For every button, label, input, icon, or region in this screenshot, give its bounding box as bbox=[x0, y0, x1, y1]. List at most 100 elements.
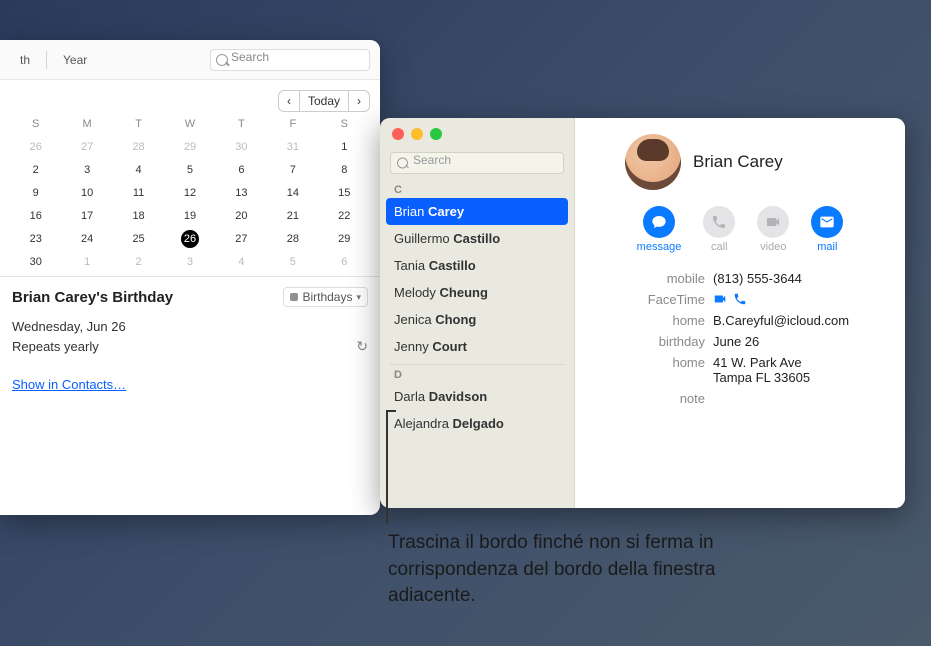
contact-item[interactable]: Darla Davidson bbox=[380, 383, 574, 410]
calendar-day[interactable]: 21 bbox=[267, 207, 318, 225]
calendar-day[interactable]: 19 bbox=[164, 207, 215, 225]
calendar-color-dot bbox=[290, 293, 298, 301]
video-button[interactable]: video bbox=[757, 206, 789, 253]
prev-period-button[interactable]: ‹ bbox=[279, 91, 299, 111]
call-label: call bbox=[711, 241, 728, 253]
calendar-window: th Year Search ‹ Today › SMTWTFS26272829… bbox=[0, 40, 380, 515]
callout-text: Trascina il bordo finché non si ferma in… bbox=[388, 530, 808, 610]
calendar-day[interactable]: 26 bbox=[181, 230, 199, 248]
dow-header: S bbox=[319, 118, 370, 133]
calendar-day[interactable]: 23 bbox=[10, 230, 61, 248]
calendar-day[interactable]: 30 bbox=[216, 138, 267, 156]
contacts-window: Search CBrian CareyGuillermo CastilloTan… bbox=[380, 118, 905, 508]
mail-button[interactable]: mail bbox=[811, 206, 843, 253]
view-year-button[interactable]: Year bbox=[53, 50, 97, 70]
detail-fields: mobile (813) 555-3644 FaceTime home B.Ca… bbox=[595, 271, 885, 406]
calendar-day[interactable]: 26 bbox=[10, 138, 61, 156]
close-window-button[interactable] bbox=[392, 128, 404, 140]
view-th-button[interactable]: th bbox=[10, 50, 40, 70]
calendar-day[interactable]: 5 bbox=[164, 161, 215, 179]
calendar-day[interactable]: 28 bbox=[113, 138, 164, 156]
calendar-day[interactable]: 16 bbox=[10, 207, 61, 225]
mini-calendar: ‹ Today › SMTWTFS26272829303112345678910… bbox=[0, 80, 380, 276]
repeat-icon: ↻ bbox=[356, 338, 368, 355]
phone-icon bbox=[703, 206, 735, 238]
calendar-day[interactable]: 3 bbox=[61, 161, 112, 179]
toolbar-divider bbox=[46, 51, 47, 69]
call-button[interactable]: call bbox=[703, 206, 735, 253]
home-email-value[interactable]: B.Careyful@icloud.com bbox=[713, 313, 885, 328]
calendar-search-input[interactable]: Search bbox=[210, 49, 370, 71]
calendar-day[interactable]: 9 bbox=[10, 184, 61, 202]
calendar-day[interactable]: 15 bbox=[319, 184, 370, 202]
home-addr-label: home bbox=[595, 355, 705, 385]
calendar-day[interactable]: 22 bbox=[319, 207, 370, 225]
field-home-address: home 41 W. Park Ave Tampa FL 33605 bbox=[595, 355, 885, 385]
today-button[interactable]: Today bbox=[300, 91, 348, 111]
calendar-day[interactable]: 24 bbox=[61, 230, 112, 248]
message-button[interactable]: message bbox=[637, 206, 682, 253]
mobile-value[interactable]: (813) 555-3644 bbox=[713, 271, 885, 286]
calendar-day[interactable]: 2 bbox=[10, 161, 61, 179]
show-in-contacts-link[interactable]: Show in Contacts… bbox=[12, 377, 368, 392]
calendar-day[interactable]: 27 bbox=[216, 230, 267, 248]
calendar-day[interactable]: 20 bbox=[216, 207, 267, 225]
field-birthday: birthday June 26 bbox=[595, 334, 885, 349]
contact-item[interactable]: Brian Carey bbox=[386, 198, 568, 225]
calendar-select[interactable]: Birthdays ▾ bbox=[283, 287, 368, 307]
calendar-select-label: Birthdays bbox=[302, 290, 352, 304]
calendar-day[interactable]: 17 bbox=[61, 207, 112, 225]
today-segment: ‹ Today › bbox=[278, 90, 370, 112]
home-addr-value[interactable]: 41 W. Park Ave Tampa FL 33605 bbox=[713, 355, 885, 385]
calendar-day[interactable]: 31 bbox=[267, 138, 318, 156]
calendar-day[interactable]: 6 bbox=[319, 253, 370, 271]
mail-icon bbox=[811, 206, 843, 238]
calendar-day[interactable]: 1 bbox=[319, 138, 370, 156]
calendar-day[interactable]: 29 bbox=[319, 230, 370, 248]
calendar-day[interactable]: 4 bbox=[216, 253, 267, 271]
contact-item[interactable]: Tania Castillo bbox=[380, 252, 574, 279]
contacts-search-input[interactable]: Search bbox=[390, 152, 564, 174]
calendar-day[interactable]: 5 bbox=[267, 253, 318, 271]
calendar-day[interactable]: 28 bbox=[267, 230, 318, 248]
video-label: video bbox=[760, 241, 786, 253]
event-date: Wednesday, Jun 26 bbox=[12, 319, 368, 334]
dow-header: M bbox=[61, 118, 112, 133]
calendar-day[interactable]: 2 bbox=[113, 253, 164, 271]
calendar-day[interactable]: 10 bbox=[61, 184, 112, 202]
contact-detail: Brian Carey message call video bbox=[575, 118, 905, 508]
calendar-day[interactable]: 6 bbox=[216, 161, 267, 179]
note-value[interactable] bbox=[713, 391, 885, 406]
dow-header: S bbox=[10, 118, 61, 133]
minimize-window-button[interactable] bbox=[411, 128, 423, 140]
dow-header: W bbox=[164, 118, 215, 133]
calendar-day[interactable]: 27 bbox=[61, 138, 112, 156]
calendar-day[interactable]: 11 bbox=[113, 184, 164, 202]
mobile-label: mobile bbox=[595, 271, 705, 286]
contact-item[interactable]: Jenica Chong bbox=[380, 306, 574, 333]
birthday-label: birthday bbox=[595, 334, 705, 349]
calendar-day[interactable]: 30 bbox=[10, 253, 61, 271]
calendar-day[interactable]: 8 bbox=[319, 161, 370, 179]
calendar-day[interactable]: 29 bbox=[164, 138, 215, 156]
window-controls bbox=[380, 118, 574, 150]
calendar-day[interactable]: 14 bbox=[267, 184, 318, 202]
contact-item[interactable]: Guillermo Castillo bbox=[380, 225, 574, 252]
field-note: note bbox=[595, 391, 885, 406]
contact-item[interactable]: Alejandra Delgado bbox=[380, 410, 574, 437]
zoom-window-button[interactable] bbox=[430, 128, 442, 140]
calendar-day[interactable]: 18 bbox=[113, 207, 164, 225]
calendar-day[interactable]: 7 bbox=[267, 161, 318, 179]
calendar-day[interactable]: 25 bbox=[113, 230, 164, 248]
video-icon bbox=[757, 206, 789, 238]
phone-icon bbox=[733, 292, 747, 306]
calendar-day[interactable]: 12 bbox=[164, 184, 215, 202]
contact-item[interactable]: Melody Cheung bbox=[380, 279, 574, 306]
calendar-day[interactable]: 4 bbox=[113, 161, 164, 179]
next-period-button[interactable]: › bbox=[349, 91, 369, 111]
calendar-day[interactable]: 3 bbox=[164, 253, 215, 271]
calendar-day[interactable]: 13 bbox=[216, 184, 267, 202]
facetime-value[interactable] bbox=[713, 292, 885, 307]
calendar-day[interactable]: 1 bbox=[61, 253, 112, 271]
contact-item[interactable]: Jenny Court bbox=[380, 333, 574, 360]
